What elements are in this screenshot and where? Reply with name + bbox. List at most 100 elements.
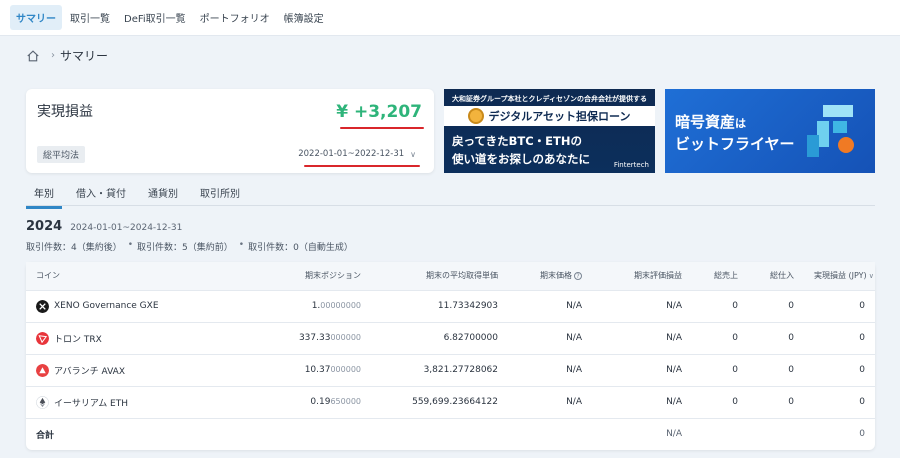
- total-row: 合計 N/A 0: [26, 417, 875, 450]
- coin-name: イーサリアム ETH: [54, 398, 129, 409]
- position-decimals: 650000: [330, 397, 361, 406]
- price-cell: N/A: [508, 289, 592, 322]
- total-purchase-cell: 0: [748, 289, 804, 322]
- col-coin: コイン: [26, 262, 226, 290]
- tab-defi-transactions[interactable]: DeFi取引一覧: [118, 5, 192, 30]
- fintertech-logo: Fintertech: [613, 161, 649, 169]
- tab-transactions[interactable]: 取引一覧: [64, 5, 116, 30]
- col-avg-cost: 期末の平均取得単価: [371, 262, 508, 290]
- position-decimals: 000000: [330, 333, 361, 342]
- banner-loan-line2: 使い道をお探しのあなたに: [452, 152, 590, 166]
- coin-name: XENO Governance GXE: [54, 301, 159, 311]
- ad-banner-loan[interactable]: 大和証券グループ本社とクレディセゾンの合弁会社が提供する デジタルアセット担保ロ…: [444, 89, 655, 173]
- col-total-purchase: 総仕入: [748, 262, 804, 290]
- total-sales-cell: 0: [692, 353, 748, 386]
- xeno-icon: [36, 299, 49, 313]
- table-row[interactable]: イーサリアム ETH 0.19650000 559,699.23664122 N…: [26, 385, 875, 418]
- position-main: 1.: [311, 301, 321, 311]
- total-purchase-cell: 0: [748, 353, 804, 386]
- coin-summary-table: コイン 期末ポジション 期末の平均取得単価 期末価格? 期末評価損益 総売上 総…: [26, 262, 875, 450]
- col-realized-pl[interactable]: 実現損益 (JPY) ∨: [804, 262, 875, 290]
- breadcrumb-separator: ›: [51, 50, 55, 61]
- position-cell: 10.37000000: [226, 353, 371, 386]
- coin-icon: [468, 108, 485, 124]
- realized-pl-cell: 0: [804, 353, 875, 386]
- count-auto-generated: 取引件数：0（自動生成）: [248, 243, 353, 253]
- breadcrumb-current: サマリー: [60, 49, 109, 63]
- total-label: 合計: [26, 417, 226, 450]
- coin-name: トロン TRX: [54, 334, 102, 345]
- banner-loan-line1: 戻ってきたBTC・ETHの: [452, 134, 582, 148]
- total-realized-pl: 0: [804, 417, 875, 450]
- ad-banner-bitflyer[interactable]: 暗号資産は ビットフライヤー: [665, 89, 875, 173]
- home-icon[interactable]: [26, 49, 40, 63]
- cost-method-badge: 総平均法: [37, 146, 86, 163]
- realized-pl-card: 実現損益 ¥ +3,207 総平均法 2022-01-01~2022-12-31…: [26, 89, 434, 173]
- realized-pl-cell: 0: [804, 289, 875, 322]
- table-row[interactable]: トロン TRX 337.33000000 6.82700000 N/A N/A …: [26, 321, 875, 354]
- bullet: •: [238, 240, 245, 250]
- total-eval-pl: N/A: [592, 417, 692, 450]
- tron-icon: [36, 331, 49, 345]
- banner-bitflyer-line2: ビットフライヤー: [675, 135, 795, 153]
- price-cell: N/A: [508, 321, 592, 354]
- ethereum-icon: [36, 395, 49, 409]
- position-decimals: 000000: [330, 365, 361, 374]
- table-row[interactable]: XENO Governance GXE 1.00000000 11.733429…: [26, 289, 875, 322]
- col-eval-pl: 期末評価損益: [592, 262, 692, 290]
- position-cell: 0.19650000: [226, 385, 371, 418]
- date-range-selector[interactable]: 2022-01-01~2022-12-31 ∨: [298, 149, 416, 159]
- col-position: 期末ポジション: [226, 262, 371, 290]
- position-main: 337.33: [298, 333, 331, 343]
- tab-summary[interactable]: サマリー: [10, 5, 62, 30]
- bullet: •: [127, 240, 134, 250]
- chevron-down-icon: ∨: [410, 149, 416, 159]
- top-navigation: サマリー 取引一覧 DeFi取引一覧 ポートフォリオ 帳簿設定: [0, 0, 900, 36]
- col-price-label: 期末価格: [540, 271, 572, 281]
- position-main: 0.19: [310, 397, 331, 407]
- transaction-counts: 取引件数：4（集約後） • 取引件数：5（集約前） • 取引件数：0（自動生成）: [26, 240, 353, 253]
- eval-pl-cell: N/A: [592, 385, 692, 418]
- eval-pl-cell: N/A: [592, 353, 692, 386]
- realized-pl-value: ¥ +3,207: [336, 102, 422, 122]
- help-icon[interactable]: ?: [574, 272, 582, 281]
- count-before-aggregation: 取引件数：5（集約前）: [137, 243, 233, 253]
- col-realized-pl-label: 実現損益 (JPY): [814, 271, 867, 281]
- price-cell: N/A: [508, 353, 592, 386]
- realized-pl-title: 実現損益: [37, 104, 93, 120]
- table-row[interactable]: アバランチ AVAX 10.37000000 3,821.27728062 N/…: [26, 353, 875, 386]
- avg-cost-cell: 3,821.27728062: [371, 353, 508, 386]
- count-aggregated: 取引件数：4（集約後）: [26, 243, 122, 253]
- year-range: 2024-01-01~2024-12-31: [70, 223, 183, 233]
- tab-ledger-settings[interactable]: 帳簿設定: [278, 5, 330, 30]
- realized-pl-cell: 0: [804, 321, 875, 354]
- total-sales-cell: 0: [692, 289, 748, 322]
- position-cell: 337.33000000: [226, 321, 371, 354]
- banner-bitflyer-line1-small: は: [735, 117, 747, 130]
- total-purchase-cell: 0: [748, 321, 804, 354]
- banner-bitflyer-line1-main: 暗号資産: [675, 113, 736, 131]
- price-cell: N/A: [508, 385, 592, 418]
- coin-name: アバランチ AVAX: [54, 366, 125, 377]
- year-header: 2024 2024-01-01~2024-12-31: [26, 219, 182, 234]
- position-main: 10.37: [304, 365, 331, 375]
- avg-cost-cell: 559,699.23664122: [371, 385, 508, 418]
- position-decimals: 00000000: [320, 301, 361, 310]
- avg-cost-cell: 6.82700000: [371, 321, 508, 354]
- date-range-value: 2022-01-01~2022-12-31: [298, 149, 405, 159]
- bitflyer-logo-icon: [807, 105, 854, 157]
- banner-loan-strip: デジタルアセット担保ローン: [444, 106, 655, 126]
- date-highlight-underline: [304, 165, 420, 167]
- tab-portfolio[interactable]: ポートフォリオ: [194, 5, 276, 30]
- year-label: 2024: [26, 219, 63, 234]
- col-total-sales: 総売上: [692, 262, 748, 290]
- value-highlight-underline: [340, 127, 424, 129]
- sort-chevron-icon: ∨: [868, 272, 874, 281]
- col-price: 期末価格?: [508, 262, 592, 290]
- avg-cost-cell: 11.73342903: [371, 289, 508, 322]
- eval-pl-cell: N/A: [592, 289, 692, 322]
- total-purchase-cell: 0: [748, 385, 804, 418]
- subtab-divider: [26, 205, 875, 206]
- total-sales-cell: 0: [692, 385, 748, 418]
- banner-loan-tagline: 大和証券グループ本社とクレディセゾンの合弁会社が提供する: [451, 95, 648, 103]
